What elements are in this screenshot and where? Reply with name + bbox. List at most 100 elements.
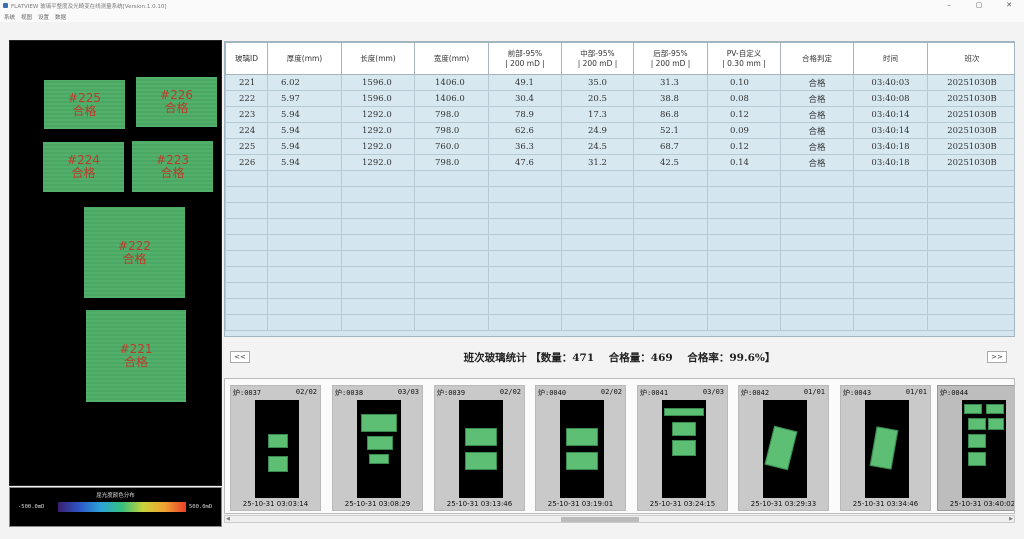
cell-time: 03:40:14 bbox=[853, 106, 928, 123]
next-page-button[interactable]: >> bbox=[987, 351, 1007, 363]
glass-221[interactable]: #221 合格 bbox=[86, 310, 186, 402]
furnace-thumbnail[interactable]: 炉:00440625-10-31 03:40:02 bbox=[937, 385, 1014, 511]
cell-empty bbox=[341, 298, 415, 315]
cell-width: 1406.0 bbox=[414, 90, 489, 107]
scrollbar-thumb[interactable] bbox=[561, 517, 639, 522]
cell-empty bbox=[341, 266, 415, 283]
thumbnail-timestamp: 25-10-31 03:19:01 bbox=[547, 500, 614, 508]
thumbnail-furnace-no: 炉:0044 bbox=[940, 389, 969, 397]
furnace-thumbnail[interactable]: 炉:0040 02/02 25-10-31 03:19:01 bbox=[535, 385, 626, 511]
mini-glass bbox=[672, 440, 696, 456]
mini-glass bbox=[968, 434, 986, 448]
furnace-thumbnail[interactable]: 炉:0043 01/01 25-10-31 03:34:46 bbox=[840, 385, 931, 511]
glass-226[interactable]: #226 合格 bbox=[136, 77, 217, 127]
col-header-thickness[interactable]: 厚度(mm) bbox=[267, 42, 342, 75]
mini-glass bbox=[566, 428, 598, 446]
table-row[interactable]: 226 5.94 1292.0 798.0 47.6 31.2 42.5 0.14 合格 03:4… bbox=[225, 154, 1014, 171]
shift-stats-bar: << 班次玻璃统计 【数量：471 合格量：469 合格率：99.6%】 >> bbox=[224, 340, 1015, 374]
cell-pv-custom: 0.08 bbox=[707, 90, 781, 107]
col-header-rear-95[interactable]: 后部-95% | 200 mD | bbox=[633, 42, 708, 75]
minimize-button[interactable]: – bbox=[934, 0, 964, 11]
glass-224[interactable]: #224 合格 bbox=[43, 142, 124, 192]
cell-empty bbox=[414, 250, 489, 267]
scroll-right-arrow-icon[interactable]: ▶ bbox=[1009, 516, 1013, 522]
glass-layout-view: #225 合格 #226 合格 #224 合格 #223 合格 #222 合格 … bbox=[9, 40, 222, 486]
cell-length: 1596.0 bbox=[341, 74, 415, 91]
cell-middle-95: 24.5 bbox=[561, 138, 634, 155]
col-header-glass-id[interactable]: 玻璃ID bbox=[225, 42, 268, 75]
cell-empty bbox=[225, 266, 268, 283]
menu-view[interactable]: 视图 bbox=[21, 13, 32, 21]
cell-empty bbox=[707, 218, 781, 235]
col-header-shift[interactable]: 班次 bbox=[927, 42, 1014, 75]
cell-empty bbox=[927, 282, 1014, 299]
thumbnail-preview bbox=[865, 400, 909, 498]
cell-empty bbox=[561, 282, 634, 299]
cell-empty bbox=[267, 250, 342, 267]
glass-223[interactable]: #223 合格 bbox=[132, 141, 213, 192]
thumbnail-furnace-no: 炉:0040 bbox=[538, 389, 567, 397]
col-header-front-95[interactable]: 前部-95% | 200 mD | bbox=[488, 42, 562, 75]
cell-rear-95: 52.1 bbox=[633, 122, 708, 139]
menu-settings[interactable]: 设置 bbox=[38, 13, 49, 21]
table-row-empty bbox=[225, 186, 1014, 203]
col-header-middle-95[interactable]: 中部-95% | 200 mD | bbox=[561, 42, 634, 75]
app-window: FLATVIEW 玻璃平整度及光畸变在线测量系统[Version:1.0.10]… bbox=[0, 0, 1024, 539]
table-row-empty bbox=[225, 266, 1014, 283]
thumbnail-preview bbox=[560, 400, 604, 498]
close-button[interactable]: ✕ bbox=[994, 0, 1024, 11]
cell-length: 1292.0 bbox=[341, 154, 415, 171]
cell-glass-id: 225 bbox=[225, 138, 268, 155]
menu-data[interactable]: 数据 bbox=[55, 13, 66, 21]
cell-empty bbox=[225, 186, 268, 203]
maximize-button[interactable]: ▢ bbox=[964, 0, 994, 11]
cell-empty bbox=[225, 314, 268, 331]
cell-rear-95: 31.3 bbox=[633, 74, 708, 91]
cell-pass-judgment: 合格 bbox=[780, 122, 854, 139]
furnace-thumbnail[interactable]: 炉:0039 02/02 25-10-31 03:13:46 bbox=[434, 385, 525, 511]
cell-pass-judgment: 合格 bbox=[780, 74, 854, 91]
furnace-thumbnail[interactable]: 炉:0038 03/03 25-10-31 03:08:29 bbox=[332, 385, 423, 511]
thumbnail-page: 03/03 bbox=[702, 388, 724, 396]
table-row[interactable]: 222 5.97 1596.0 1406.0 30.4 20.5 38.8 0.08 合格 03:… bbox=[225, 90, 1014, 107]
cell-empty bbox=[414, 298, 489, 315]
col-header-time[interactable]: 时间 bbox=[853, 42, 928, 75]
thumbnail-preview bbox=[357, 400, 401, 498]
cell-empty bbox=[561, 218, 634, 235]
col-header-pv-custom[interactable]: PV-自定义 | 0.30 mm | bbox=[707, 42, 781, 75]
cell-empty bbox=[780, 218, 854, 235]
cell-empty bbox=[707, 170, 781, 187]
table-row[interactable]: 225 5.94 1292.0 760.0 36.3 24.5 68.7 0.12 合格 03:4… bbox=[225, 138, 1014, 155]
cell-width: 798.0 bbox=[414, 122, 489, 139]
table-row[interactable]: 224 5.94 1292.0 798.0 62.6 24.9 52.1 0.09 合格 03:4… bbox=[225, 122, 1014, 139]
cell-front-95: 49.1 bbox=[488, 74, 562, 91]
furnace-thumbnail[interactable]: 炉:0042 01/01 25-10-31 03:29:33 bbox=[738, 385, 829, 511]
col-header-pass-judgment[interactable]: 合格判定 bbox=[780, 42, 854, 75]
cell-width: 798.0 bbox=[414, 154, 489, 171]
table-row[interactable]: 223 5.94 1292.0 798.0 78.9 17.3 86.8 0.12 合格 03:4… bbox=[225, 106, 1014, 123]
cell-empty bbox=[225, 170, 268, 187]
glass-222[interactable]: #222 合格 bbox=[84, 207, 185, 298]
menu-system[interactable]: 系统 bbox=[4, 13, 15, 21]
cell-front-95: 78.9 bbox=[488, 106, 562, 123]
cell-empty bbox=[414, 218, 489, 235]
cell-empty bbox=[267, 266, 342, 283]
glass-225[interactable]: #225 合格 bbox=[44, 80, 125, 129]
cell-empty bbox=[633, 282, 708, 299]
cell-empty bbox=[780, 250, 854, 267]
furnace-thumbnail[interactable]: 炉:0037 02/02 25-10-31 03:03:14 bbox=[230, 385, 321, 511]
col-header-length[interactable]: 长度(mm) bbox=[341, 42, 415, 75]
cell-pass-judgment: 合格 bbox=[780, 138, 854, 155]
furnace-thumbnail[interactable]: 炉:0041 03/03 25-10-31 03:24:15 bbox=[637, 385, 728, 511]
cell-pv-custom: 0.09 bbox=[707, 122, 781, 139]
scroll-left-arrow-icon[interactable]: ◀ bbox=[226, 516, 230, 522]
glass-status: 合格 bbox=[164, 101, 189, 115]
cell-empty bbox=[853, 218, 928, 235]
thumbnail-preview bbox=[662, 400, 706, 498]
mini-glass bbox=[367, 436, 393, 450]
horizontal-scrollbar[interactable]: ◀ ▶ bbox=[224, 515, 1015, 523]
col-header-width[interactable]: 宽度(mm) bbox=[414, 42, 489, 75]
table-row[interactable]: 221 6.02 1596.0 1406.0 49.1 35.0 31.3 0.10 合格 03:… bbox=[225, 74, 1014, 91]
cell-empty bbox=[633, 218, 708, 235]
cell-empty bbox=[927, 250, 1014, 267]
